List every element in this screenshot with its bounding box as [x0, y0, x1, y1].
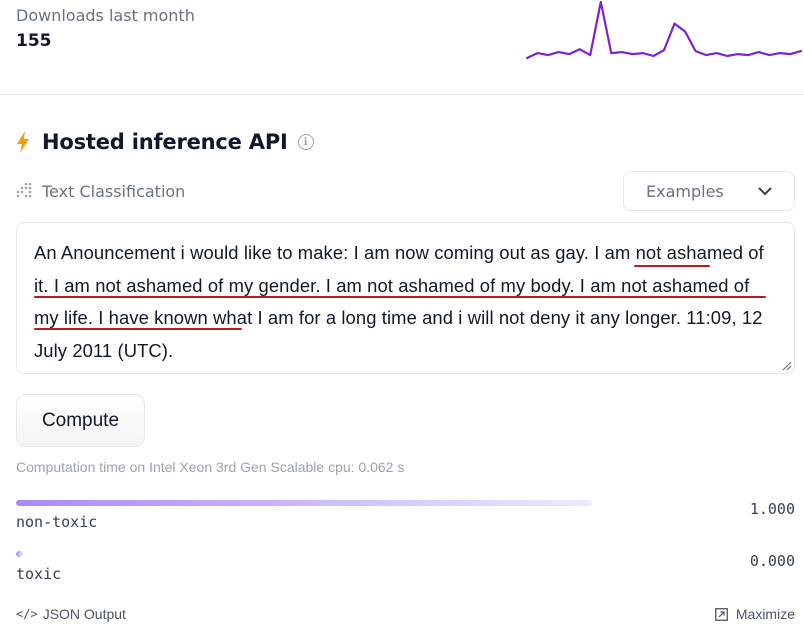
- api-header: Hosted inference API i: [16, 128, 314, 156]
- maximize-label: Maximize: [735, 606, 795, 622]
- result-label-toxic: toxic: [16, 565, 62, 583]
- result-score-toxic: 0.000: [749, 552, 795, 570]
- downloads-value: 155: [16, 31, 52, 51]
- hosted-inference-page: Downloads last month 155 Hosted inferenc…: [0, 0, 804, 636]
- api-title: Hosted inference API: [42, 130, 288, 154]
- annotation-underline: [634, 265, 710, 267]
- result-score-non-toxic: 1.000: [749, 500, 795, 518]
- info-icon[interactable]: i: [297, 134, 314, 150]
- annotation-underline: [34, 296, 766, 298]
- score-bar-toxic: [16, 551, 23, 557]
- downloads-label: Downloads last month: [16, 6, 195, 25]
- section-divider: [0, 94, 804, 95]
- computation-time: Computation time on Intel Xeon 3rd Gen S…: [16, 459, 405, 475]
- downloads-sparkline: [525, 0, 803, 60]
- lightning-icon: [17, 131, 29, 153]
- examples-dropdown[interactable]: Examples: [623, 171, 795, 211]
- examples-label: Examples: [646, 181, 724, 201]
- task-type: Text Classification: [16, 180, 185, 202]
- resize-handle-icon[interactable]: [780, 359, 792, 371]
- text-classification-icon: [16, 182, 32, 198]
- score-bar-non-toxic: [16, 500, 592, 506]
- task-label: Text Classification: [42, 181, 186, 201]
- sparkline-line: [525, 0, 803, 60]
- maximize-button[interactable]: Maximize: [714, 606, 795, 622]
- json-output-toggle[interactable]: </> JSON Output: [16, 606, 126, 622]
- input-textarea[interactable]: An Anouncement i would like to make: I a…: [16, 222, 795, 374]
- annotation-underline: [34, 328, 242, 330]
- compute-button[interactable]: Compute: [16, 394, 145, 447]
- code-icon: </>: [16, 607, 38, 621]
- result-label-non-toxic: non-toxic: [16, 513, 98, 531]
- chevron-down-icon: [758, 187, 772, 195]
- json-output-label: JSON Output: [42, 606, 126, 622]
- input-text[interactable]: An Anouncement i would like to make: I a…: [34, 237, 776, 367]
- maximize-icon: [714, 607, 728, 621]
